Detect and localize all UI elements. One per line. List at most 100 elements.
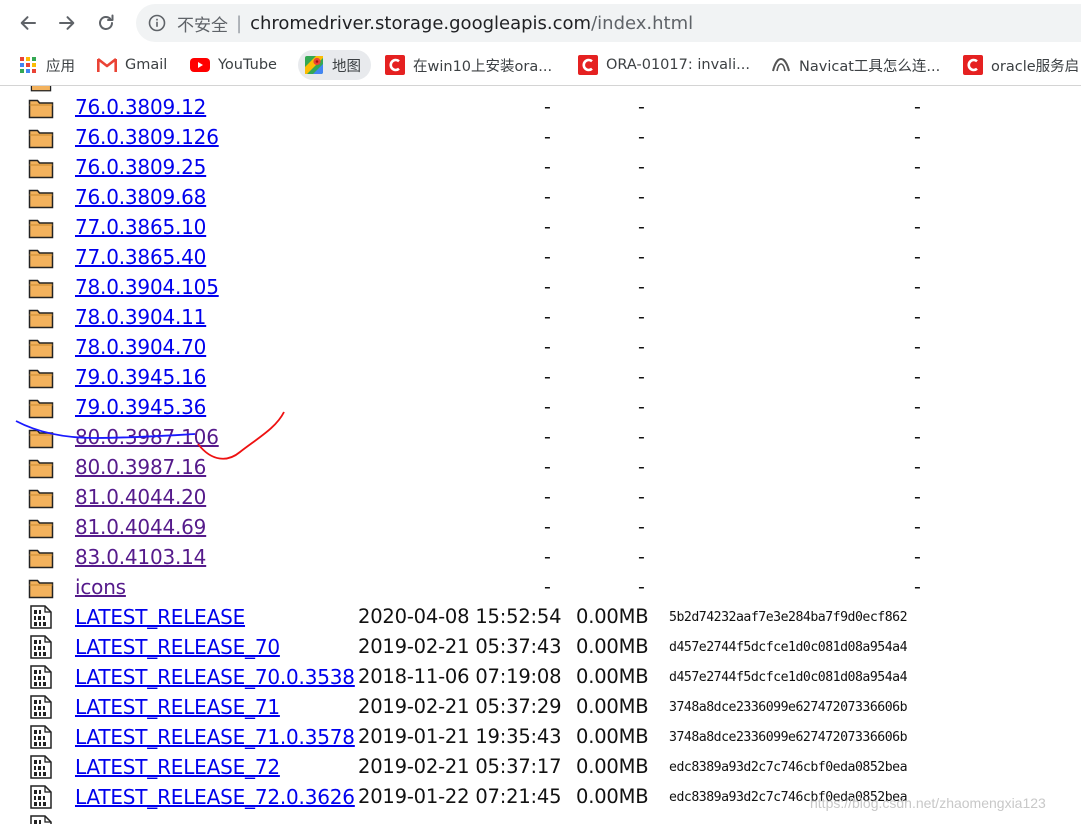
folder-row: 76.0.3809.68 - - - xyxy=(0,182,1081,212)
bookmark-maps[interactable]: 地图 xyxy=(298,50,371,80)
file-hash: edc8389a93d2c7c746cbf0eda0852bea xyxy=(669,760,908,775)
folder-row: icons - - - xyxy=(0,572,1081,602)
binary-file-icon xyxy=(30,635,52,659)
folder-link[interactable]: 80.0.3987.16 xyxy=(75,455,206,479)
bookmark-navicat[interactable]: Navicat工具怎么连... xyxy=(771,50,940,80)
file-link[interactable]: LATEST_RELEASE_71 xyxy=(75,695,280,719)
url-text[interactable]: chromedriver.storage.googleapis.com/inde… xyxy=(250,13,693,34)
folder-icon xyxy=(28,339,54,359)
bookmark-label: Gmail xyxy=(125,57,168,73)
folder-link[interactable]: 81.0.4044.20 xyxy=(75,485,206,509)
hash-placeholder: - xyxy=(914,126,921,148)
forward-arrow-icon xyxy=(59,16,75,30)
date-placeholder: - xyxy=(544,156,551,178)
folder-link[interactable]: 78.0.3904.70 xyxy=(75,335,206,359)
file-size: 0.00MB xyxy=(576,695,649,718)
folder-link[interactable]: 77.0.3865.40 xyxy=(75,245,206,269)
hash-placeholder: - xyxy=(914,516,921,538)
folder-link[interactable]: 78.0.3904.105 xyxy=(75,275,219,299)
file-link[interactable]: LATEST_RELEASE_70 xyxy=(75,635,280,659)
hash-placeholder: - xyxy=(914,366,921,388)
youtube-icon xyxy=(190,55,210,75)
hash-placeholder: - xyxy=(914,426,921,448)
folder-icon xyxy=(28,579,54,599)
file-row: LATEST_RELEASE_70.0.3538 2018-11-06 07:19… xyxy=(0,662,1081,692)
bookmark-csdn-1[interactable]: 在win10上安装ora... xyxy=(385,50,552,80)
back-button[interactable] xyxy=(13,8,43,38)
folder-icon xyxy=(28,309,54,329)
folder-icon xyxy=(28,189,54,209)
csdn-icon xyxy=(578,55,598,75)
bookmarks-bar: 应用 Gmail YouTube 地图 在win10上安装ora... ORA-… xyxy=(0,46,1081,84)
file-size: 0.00MB xyxy=(576,725,649,748)
date-placeholder: - xyxy=(544,336,551,358)
folder-icon xyxy=(28,459,54,479)
folder-icon xyxy=(28,399,54,419)
forward-button[interactable] xyxy=(52,8,82,38)
folder-row: 78.0.3904.11 - - - xyxy=(0,302,1081,332)
navicat-icon xyxy=(771,55,791,75)
folder-link[interactable]: 77.0.3865.10 xyxy=(75,215,206,239)
info-icon[interactable] xyxy=(148,14,166,32)
file-link[interactable]: LATEST_RELEASE_72.0.3626 xyxy=(75,785,355,809)
date-placeholder: - xyxy=(544,96,551,118)
reload-button[interactable] xyxy=(91,8,121,38)
bookmark-label: YouTube xyxy=(218,57,277,73)
folder-link[interactable]: 80.0.3987.106 xyxy=(75,425,219,449)
folder-icon xyxy=(28,99,54,119)
folder-link[interactable]: 81.0.4044.69 xyxy=(75,515,206,539)
file-link[interactable]: LATEST_RELEASE_70.0.3538 xyxy=(75,665,355,689)
folder-icon xyxy=(28,279,54,299)
file-link[interactable]: LATEST_RELEASE_71.0.3578 xyxy=(75,725,355,749)
file-link[interactable]: LATEST_RELEASE xyxy=(75,605,245,629)
folder-row: 76.0.3809.25 - - - xyxy=(0,152,1081,182)
folder-link[interactable]: 79.0.3945.16 xyxy=(75,365,206,389)
folder-icon xyxy=(28,129,54,149)
folder-icon xyxy=(28,549,54,569)
folder-icon xyxy=(28,369,54,389)
bookmark-gmail[interactable]: Gmail xyxy=(97,50,167,80)
folder-link[interactable]: 83.0.4103.14 xyxy=(75,545,206,569)
date-placeholder: - xyxy=(544,396,551,418)
size-placeholder: - xyxy=(638,96,645,118)
hash-placeholder: - xyxy=(914,396,921,418)
file-row: LATEST_RELEASE 2020-04-08 15:52:54 0.00MB 5… xyxy=(0,602,1081,632)
folder-link[interactable]: 76.0.3809.12 xyxy=(75,95,206,119)
folder-link[interactable]: 78.0.3904.11 xyxy=(75,305,206,329)
size-placeholder: - xyxy=(638,456,645,478)
folder-link[interactable]: 76.0.3809.68 xyxy=(75,185,206,209)
file-row-cutoff xyxy=(0,812,1081,824)
folder-icon xyxy=(28,159,54,179)
folder-link[interactable]: 76.0.3809.25 xyxy=(75,155,206,179)
size-placeholder: - xyxy=(638,276,645,298)
folder-row: 79.0.3945.36 - - - xyxy=(0,392,1081,422)
file-size: 0.00MB xyxy=(576,665,649,688)
folder-link[interactable]: icons xyxy=(75,575,126,599)
size-placeholder: - xyxy=(638,516,645,538)
file-date: 2019-01-21 19:35:43 xyxy=(358,725,562,748)
date-placeholder: - xyxy=(544,126,551,148)
url-host: chromedriver.storage.googleapis.com xyxy=(250,12,592,34)
bookmark-csdn-2[interactable]: ORA-01017: invali... xyxy=(578,50,750,80)
binary-file-icon xyxy=(30,785,52,809)
maps-icon xyxy=(304,55,324,75)
folder-icon xyxy=(28,219,54,239)
folder-link[interactable]: 76.0.3809.126 xyxy=(75,125,219,149)
apps-grid-icon xyxy=(18,55,38,75)
size-placeholder: - xyxy=(638,126,645,148)
address-bar[interactable]: 不安全 | chromedriver.storage.googleapis.co… xyxy=(136,4,1081,42)
file-row: LATEST_RELEASE_72 2019-02-21 05:37:17 0.00… xyxy=(0,752,1081,782)
size-placeholder: - xyxy=(638,396,645,418)
bookmark-label: Navicat工具怎么连... xyxy=(799,58,941,75)
bookmark-apps[interactable]: 应用 xyxy=(18,50,75,80)
file-link[interactable]: LATEST_RELEASE_72 xyxy=(75,755,280,779)
hash-placeholder: - xyxy=(914,486,921,508)
hash-placeholder: - xyxy=(914,276,921,298)
bookmark-csdn-3[interactable]: oracle服务启 xyxy=(963,50,1079,80)
folder-icon xyxy=(28,249,54,269)
bookmark-youtube[interactable]: YouTube xyxy=(190,50,277,80)
folder-link[interactable]: 79.0.3945.36 xyxy=(75,395,206,419)
back-arrow-icon xyxy=(20,16,36,30)
hash-placeholder: - xyxy=(914,186,921,208)
insecure-label[interactable]: 不安全 xyxy=(177,11,228,36)
